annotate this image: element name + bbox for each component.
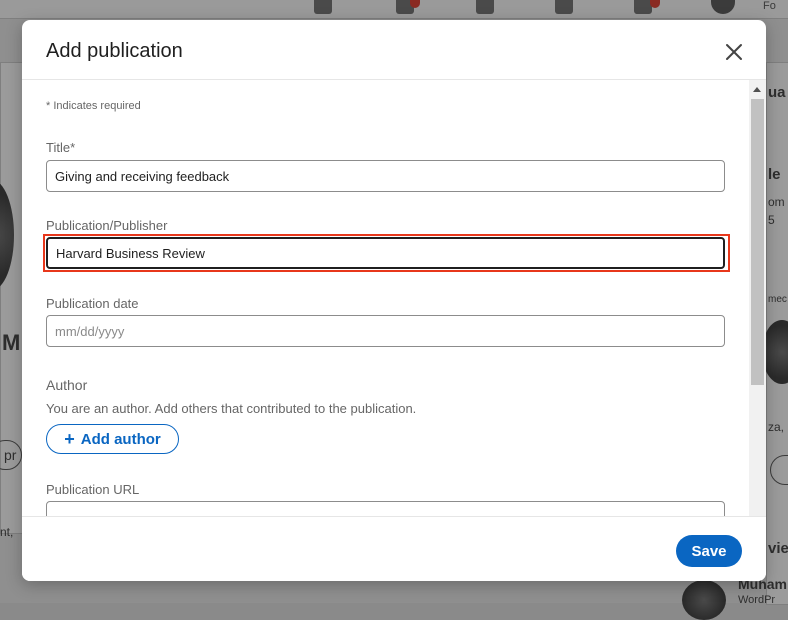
notification-badge [650, 0, 660, 8]
notification-badge [410, 0, 420, 8]
close-icon [726, 44, 742, 60]
avatar [682, 580, 726, 620]
add-author-button[interactable]: + Add author [46, 424, 179, 454]
publication-date-input[interactable] [46, 315, 725, 347]
home-icon [314, 0, 332, 14]
profile-button-label: pr [4, 447, 17, 463]
right-rail-text: ua [768, 84, 786, 101]
global-nav: Fo [0, 0, 788, 19]
modal-footer: Save [22, 516, 766, 581]
messaging-icon [555, 0, 573, 14]
modal-title: Add publication [46, 40, 183, 62]
profile-initial: M [2, 330, 21, 355]
jobs-icon [476, 0, 494, 14]
add-publication-modal: Add publication * Indicates required Tit… [22, 20, 766, 581]
add-author-label: Add author [80, 430, 161, 448]
required-note: * Indicates required [46, 100, 141, 112]
scroll-up-arrow-icon[interactable] [753, 87, 761, 92]
right-rail-text: 5 [768, 213, 775, 227]
right-rail-text: mec [768, 294, 787, 305]
plus-icon: + [64, 429, 75, 449]
right-rail-text: za, C [768, 420, 788, 434]
nav-label: Fo [763, 0, 776, 12]
close-button[interactable] [720, 38, 748, 66]
scroll-thumb[interactable] [751, 99, 764, 385]
profile-snippet: nt, [0, 525, 14, 539]
modal-header: Add publication [22, 20, 766, 80]
publisher-input[interactable] [46, 237, 725, 269]
title-label: Title* [46, 140, 76, 155]
modal-body[interactable]: * Indicates required Title* Publication/… [22, 80, 766, 536]
modal-scrollbar[interactable] [749, 80, 766, 536]
author-helper-text: You are an author. Add others that contr… [46, 401, 417, 416]
publisher-label: Publication/Publisher [46, 218, 168, 233]
right-rail-text: om [768, 195, 785, 209]
publication-url-label: Publication URL [46, 482, 140, 497]
publication-date-label: Publication date [46, 296, 139, 311]
right-rail-text: WordPr [738, 594, 776, 606]
author-label: Author [46, 377, 88, 393]
title-input[interactable] [46, 160, 725, 192]
right-rail-text: le [768, 166, 781, 183]
save-button[interactable]: Save [676, 535, 742, 567]
right-rail-text: vie [768, 540, 788, 557]
avatar [711, 0, 735, 14]
